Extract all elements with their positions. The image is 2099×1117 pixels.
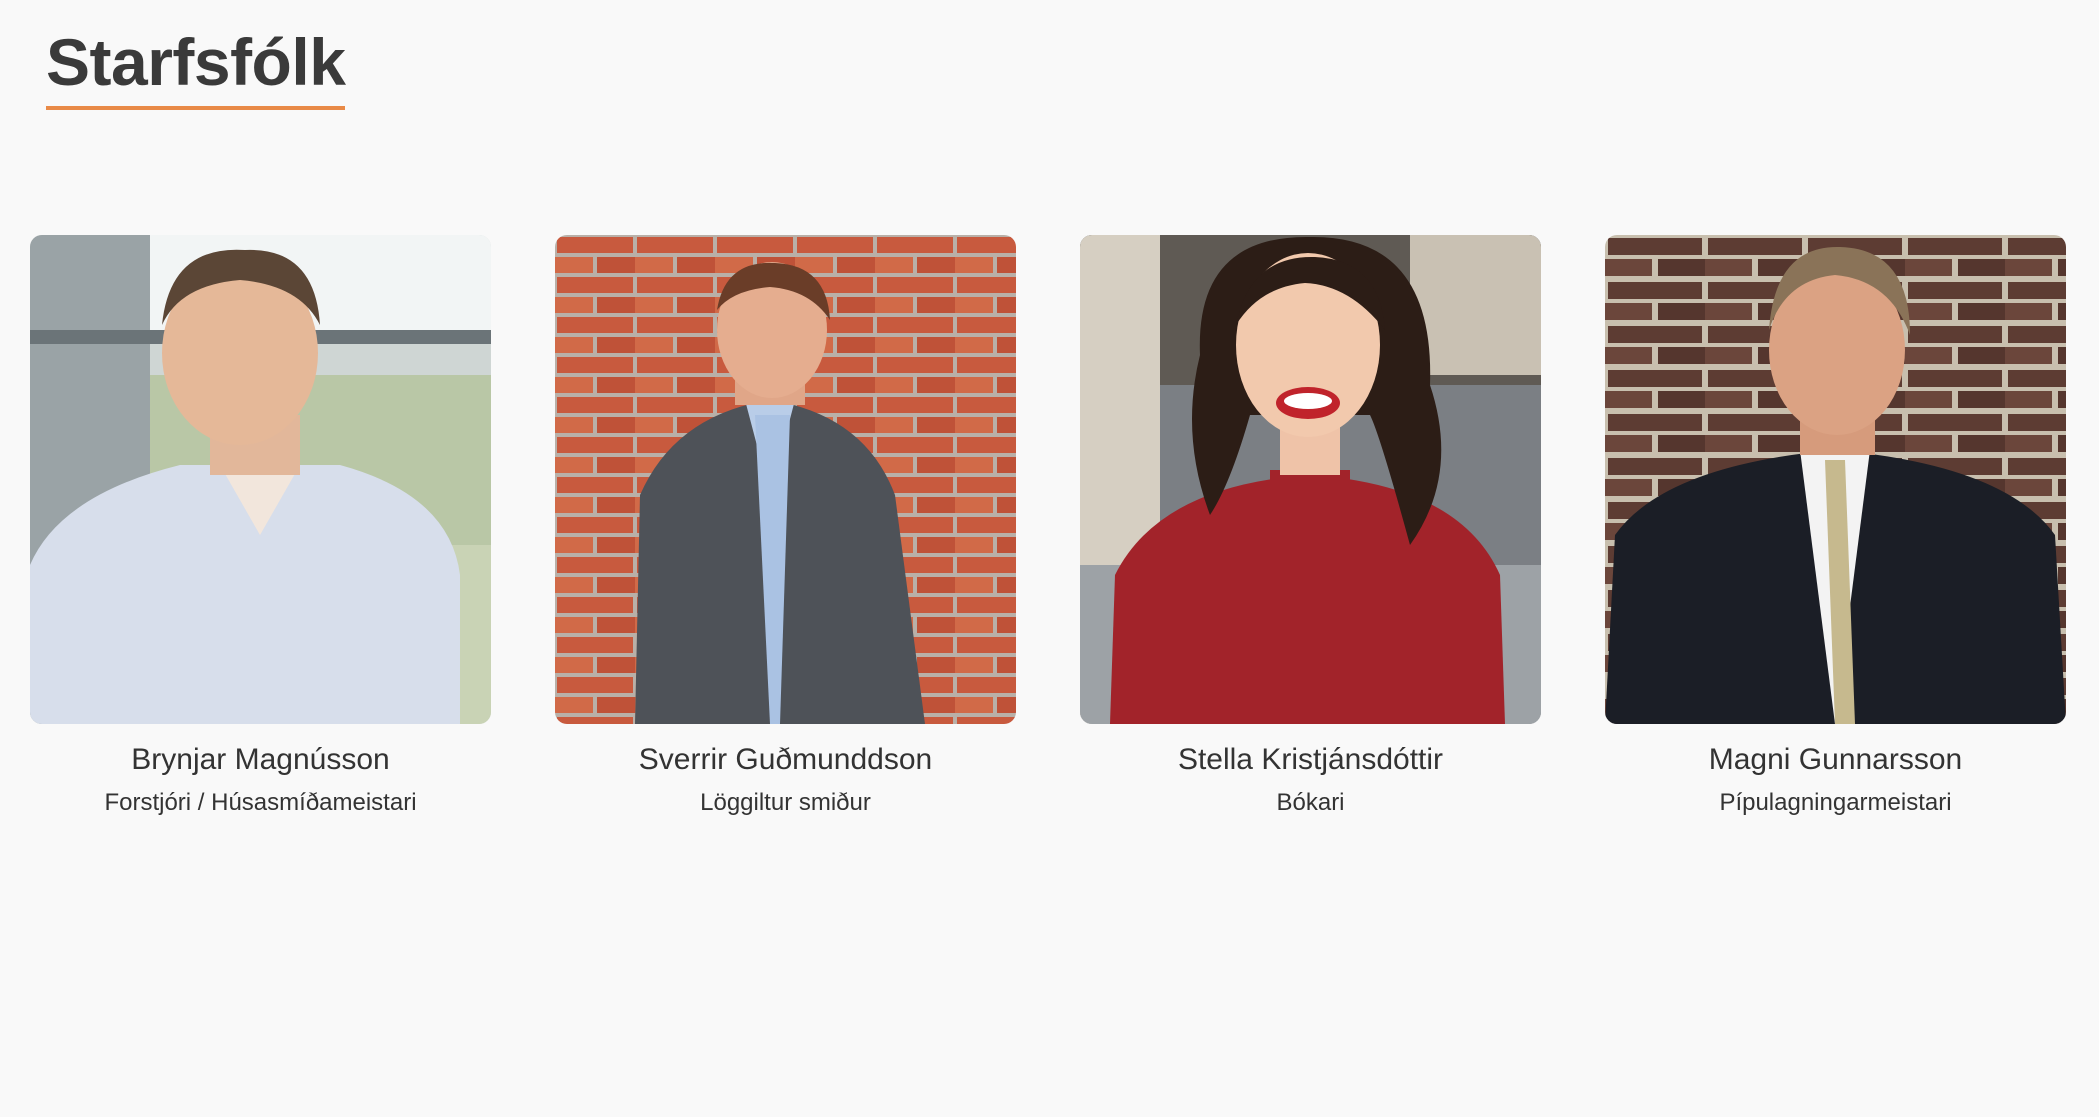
portrait-photo: [555, 235, 1016, 724]
staff-card[interactable]: Stella Kristjánsdóttir Bókari: [1080, 235, 1541, 820]
staff-name: Sverrir Guðmunddson: [638, 743, 933, 776]
staff-role: Bókari: [1276, 789, 1345, 816]
page-title: Starfsfólk: [46, 22, 346, 110]
staff-photo-brynjar[interactable]: [30, 235, 491, 724]
staff-role: Löggiltur smiður: [700, 789, 871, 816]
staff-name: Magni Gunnarsson: [1708, 743, 1963, 776]
staff-role: Pípulagningarmeistari: [1719, 789, 1952, 816]
staff-card[interactable]: Brynjar Magnússon Forstjóri / Húsasmíðam…: [30, 235, 491, 820]
staff-card[interactable]: Magni Gunnarsson Pípulagningarmeistari: [1605, 235, 2066, 820]
staff-photo-sverrir[interactable]: [555, 235, 1016, 724]
staff-card[interactable]: Sverrir Guðmunddson Löggiltur smiður: [555, 235, 1016, 820]
staff-page: Starfsfólk Brynjar Magnússon Forstjóri /…: [0, 0, 2099, 1117]
page-header: Starfsfólk: [46, 22, 346, 110]
staff-name: Brynjar Magnússon: [131, 743, 390, 776]
staff-photo-magni[interactable]: [1605, 235, 2066, 724]
staff-photo-stella[interactable]: [1080, 235, 1541, 724]
portrait-photo: [30, 235, 491, 724]
staff-name: Stella Kristjánsdóttir: [1177, 743, 1444, 776]
portrait-photo: [1080, 235, 1541, 724]
portrait-photo: [1605, 235, 2066, 724]
staff-role: Forstjóri / Húsasmíðameistari: [104, 789, 417, 816]
